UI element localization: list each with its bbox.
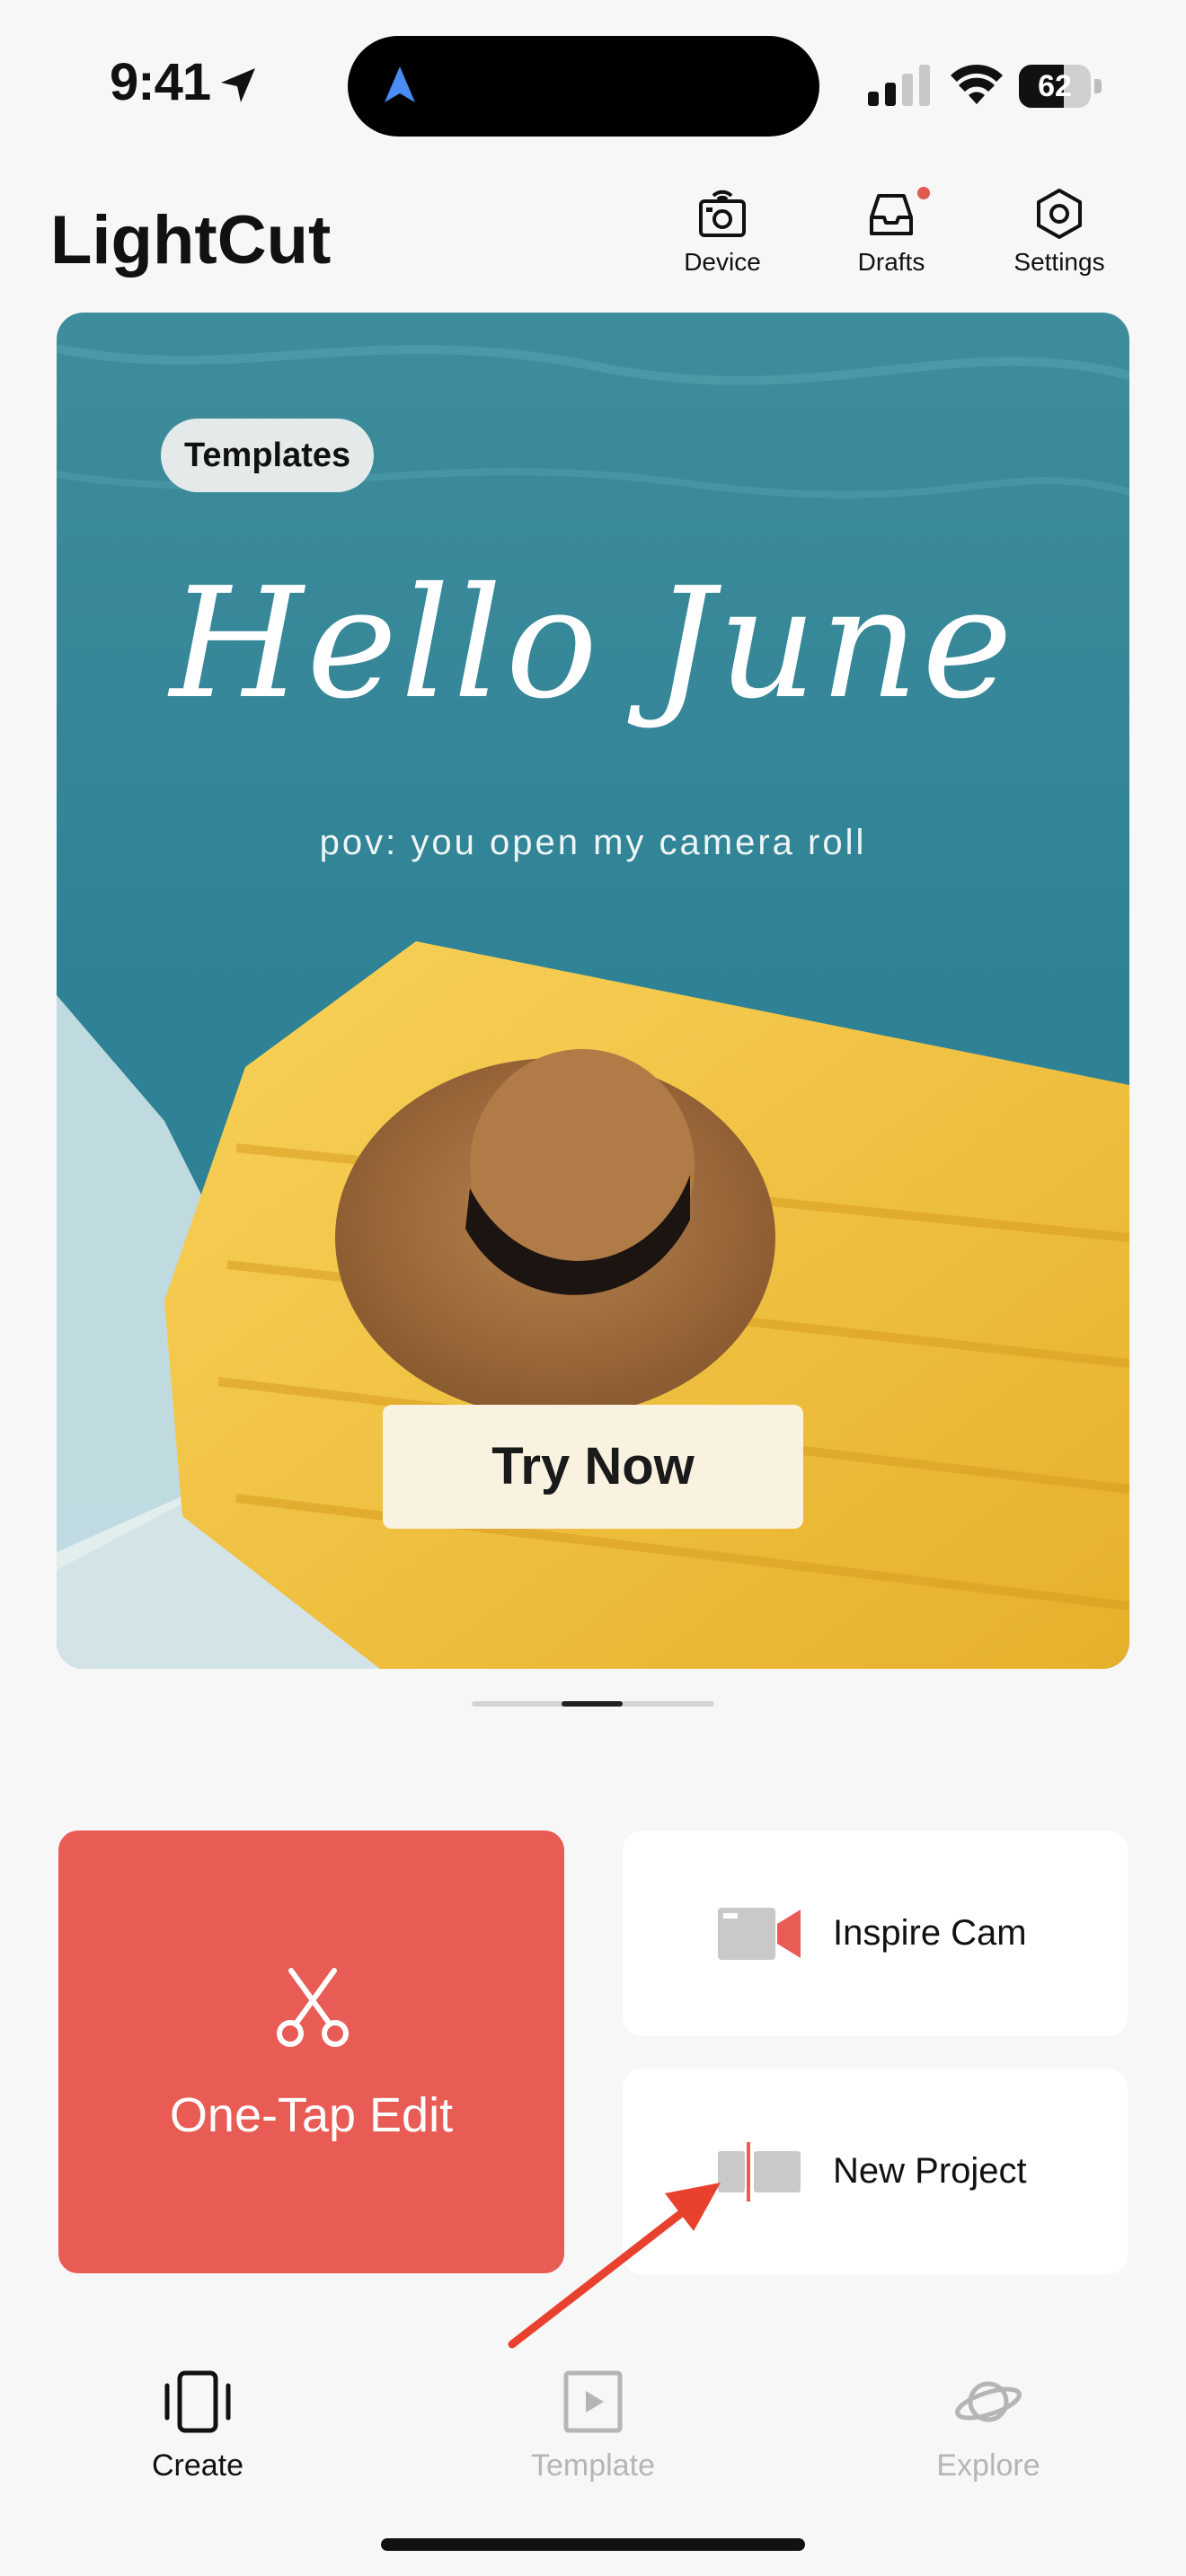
tab-create-label: Create bbox=[151, 2448, 244, 2483]
tab-explore[interactable]: Explore bbox=[881, 2366, 1096, 2483]
home-indicator bbox=[381, 2538, 805, 2551]
pager-active-indicator bbox=[562, 1701, 623, 1707]
cellular-signal-icon bbox=[868, 65, 930, 106]
battery-percent: 62 bbox=[1038, 69, 1072, 103]
app-title: LightCut bbox=[50, 202, 332, 278]
drafts-button[interactable]: Drafts bbox=[824, 185, 959, 293]
create-phone-icon bbox=[164, 2370, 231, 2433]
tab-create[interactable]: Create bbox=[90, 2366, 305, 2483]
inspire-cam-label: Inspire Cam bbox=[833, 1913, 1027, 1953]
drafts-tray-icon bbox=[870, 194, 913, 235]
settings-hexagon-icon bbox=[1037, 189, 1082, 239]
location-arrow-icon bbox=[221, 68, 255, 102]
device-camera-icon bbox=[699, 190, 746, 237]
banner-pager bbox=[472, 1701, 714, 1707]
explore-planet-icon bbox=[955, 2381, 1022, 2422]
scissors-icon bbox=[277, 1968, 349, 2047]
template-banner[interactable]: Templates Hello June pov: you open my ca… bbox=[57, 313, 1129, 1669]
drafts-notification-dot bbox=[917, 187, 930, 199]
try-now-button[interactable]: Try Now bbox=[383, 1405, 803, 1529]
banner-headline: Hello June bbox=[170, 555, 1016, 733]
new-project-label: New Project bbox=[833, 2151, 1027, 2191]
template-play-icon bbox=[563, 2370, 623, 2433]
banner-subtitle: pov: you open my camera roll bbox=[319, 823, 867, 862]
tab-template[interactable]: Template bbox=[485, 2366, 701, 2483]
tab-explore-label: Explore bbox=[936, 2448, 1040, 2483]
video-camera-icon bbox=[718, 1908, 801, 1960]
drafts-label: Drafts bbox=[857, 248, 925, 276]
app-header: LightCut Device Drafts Settings bbox=[0, 171, 1186, 305]
device-label: Device bbox=[684, 248, 761, 276]
settings-label: Settings bbox=[1013, 248, 1105, 276]
wifi-icon bbox=[951, 64, 1003, 104]
device-button[interactable]: Device bbox=[655, 185, 790, 293]
navigation-arrow-icon bbox=[385, 66, 415, 102]
inspire-cam-button[interactable]: Inspire Cam bbox=[623, 1831, 1128, 2036]
templates-tag: Templates bbox=[161, 419, 375, 492]
one-tap-edit-label: One-Tap Edit bbox=[169, 2088, 454, 2142]
status-bar: 9:41 62 bbox=[0, 0, 1186, 171]
settings-button[interactable]: Settings bbox=[992, 185, 1127, 293]
tab-template-label: Template bbox=[531, 2448, 655, 2483]
battery-indicator: 62 bbox=[1019, 65, 1102, 108]
status-time: 9:41 bbox=[110, 53, 211, 111]
